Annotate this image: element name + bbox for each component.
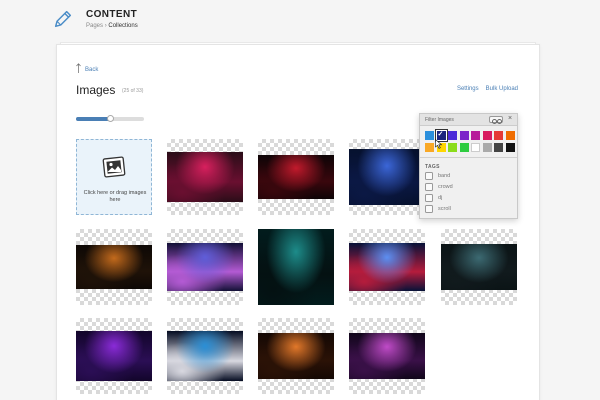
image-stage-orange-lights bbox=[76, 245, 152, 289]
color-swatch[interactable] bbox=[448, 142, 457, 152]
image-singer-teal-spotlight bbox=[258, 229, 334, 305]
image-tile[interactable] bbox=[167, 229, 243, 305]
tag-label: crowd bbox=[438, 184, 453, 190]
back-arrow-icon bbox=[76, 63, 81, 73]
tag-filter-band[interactable]: band bbox=[425, 172, 450, 180]
filter-divider bbox=[420, 157, 517, 158]
breadcrumb-pages[interactable]: Pages bbox=[86, 23, 103, 29]
bulk-upload-link[interactable]: Bulk Upload bbox=[486, 86, 518, 92]
image-tile[interactable] bbox=[76, 229, 152, 305]
color-swatch[interactable] bbox=[425, 131, 434, 140]
breadcrumb: Pages › Collections bbox=[86, 23, 138, 29]
app-header: CONTENT Pages › Collections bbox=[0, 0, 600, 44]
image-band-dark-stage bbox=[441, 244, 517, 290]
color-swatch[interactable] bbox=[494, 131, 503, 140]
image-drummer-blue-purple bbox=[167, 243, 243, 291]
thumbnail-size-slider[interactable] bbox=[76, 115, 144, 122]
color-swatch[interactable] bbox=[448, 131, 457, 140]
color-swatch[interactable] bbox=[505, 131, 515, 140]
settings-link[interactable]: Settings bbox=[457, 86, 479, 92]
back-label: Back bbox=[85, 67, 99, 73]
filter-header: Filter Images × bbox=[420, 114, 517, 126]
image-tile[interactable] bbox=[167, 139, 243, 215]
checkbox[interactable] bbox=[425, 194, 433, 202]
slider-fill bbox=[76, 117, 110, 121]
color-swatch[interactable] bbox=[425, 142, 434, 152]
color-swatch[interactable] bbox=[482, 131, 492, 140]
filter-toggle-icon[interactable] bbox=[489, 116, 503, 124]
image-stage-red-lights bbox=[258, 155, 334, 199]
image-tile[interactable] bbox=[167, 318, 243, 394]
checkmark-icon: ✓ bbox=[437, 131, 444, 138]
tags-heading: TAGS bbox=[425, 164, 440, 170]
close-icon[interactable]: × bbox=[508, 115, 512, 122]
color-swatch[interactable] bbox=[494, 142, 503, 152]
tag-filter-crowd[interactable]: crowd bbox=[425, 183, 453, 191]
image-dj-purple-mixer bbox=[76, 331, 152, 381]
color-swatch[interactable] bbox=[471, 131, 480, 140]
filter-title: Filter Images bbox=[425, 117, 454, 123]
image-stage-orange-crowd bbox=[258, 333, 334, 379]
page-title: Images bbox=[76, 83, 116, 97]
image-singer-blue-rays bbox=[349, 243, 425, 291]
image-tile[interactable] bbox=[258, 229, 334, 305]
slider-knob[interactable] bbox=[106, 115, 114, 122]
image-count: (25 of 33) bbox=[122, 88, 144, 94]
tag-label: dj bbox=[438, 195, 443, 201]
upload-instructions: Click here or drag images here bbox=[83, 190, 147, 203]
image-upload-icon bbox=[102, 156, 126, 178]
image-tile[interactable] bbox=[258, 318, 334, 394]
tag-label: band bbox=[438, 173, 451, 179]
pencil-icon bbox=[54, 10, 72, 28]
image-tile[interactable] bbox=[441, 229, 517, 305]
image-stage-magenta-haze bbox=[349, 333, 425, 379]
breadcrumb-collections: Collections bbox=[108, 23, 138, 29]
image-concert-pink-crowd bbox=[167, 152, 243, 202]
color-swatch[interactable] bbox=[505, 142, 515, 152]
image-crowd-cyan-lights bbox=[167, 331, 243, 381]
filter-images-panel: Filter Images × ✓ TAGS band crowd dj scroll bbox=[419, 113, 518, 219]
checkbox[interactable] bbox=[425, 172, 433, 180]
tag-filter-scroll[interactable]: scroll bbox=[425, 205, 451, 213]
tag-filter-dj[interactable]: dj bbox=[425, 194, 442, 202]
mouse-pointer-icon bbox=[435, 139, 443, 149]
image-tile[interactable] bbox=[349, 318, 425, 394]
image-tile[interactable] bbox=[349, 229, 425, 305]
checkbox[interactable] bbox=[425, 205, 433, 213]
image-guitarists-blue-stage bbox=[349, 149, 425, 205]
checkbox[interactable] bbox=[425, 183, 433, 191]
image-tile[interactable] bbox=[258, 139, 334, 215]
upload-dropzone[interactable]: Click here or drag images here bbox=[76, 139, 152, 215]
back-link[interactable]: Back bbox=[76, 63, 98, 73]
image-tile[interactable] bbox=[76, 318, 152, 394]
page-actions: Settings Bulk Upload bbox=[457, 86, 518, 92]
color-swatch[interactable] bbox=[459, 142, 469, 152]
app-title: CONTENT bbox=[86, 9, 138, 20]
tag-label: scroll bbox=[438, 206, 451, 212]
color-swatch[interactable] bbox=[459, 131, 469, 140]
color-swatch[interactable] bbox=[482, 142, 492, 152]
color-swatch[interactable] bbox=[471, 142, 480, 152]
image-tile[interactable] bbox=[349, 139, 425, 215]
